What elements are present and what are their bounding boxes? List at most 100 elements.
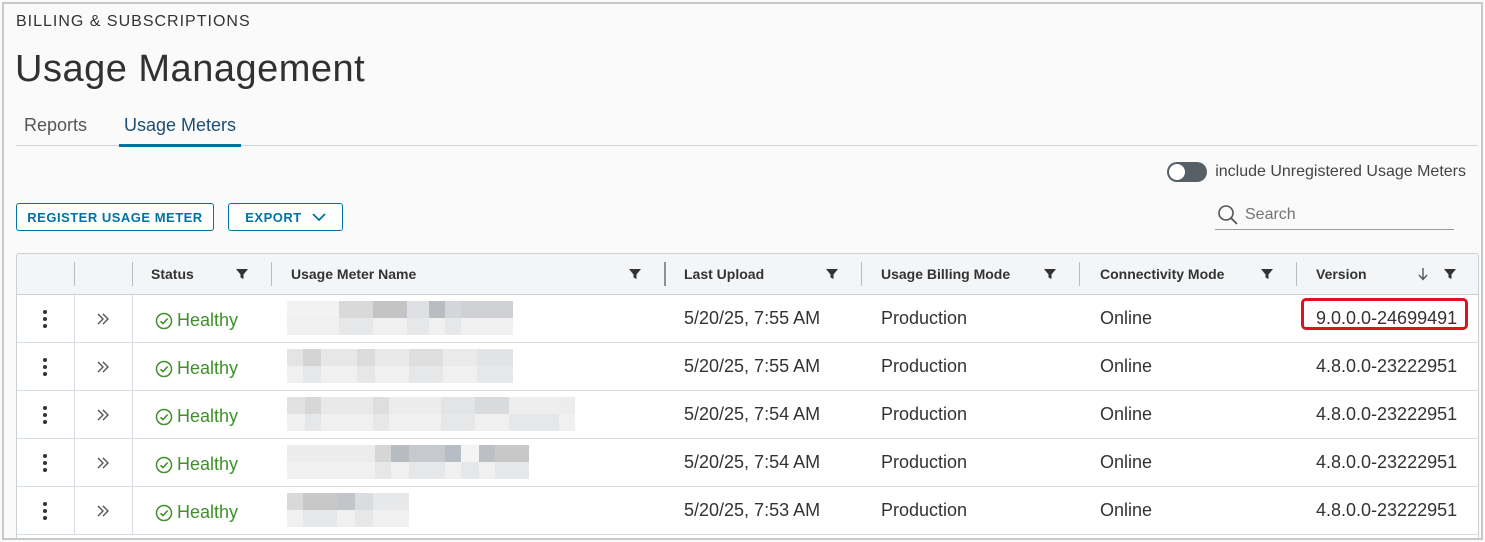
unregistered-toggle-group: include Unregistered Usage Meters (1167, 162, 1466, 182)
column-header-connectivity[interactable]: Connectivity Mode (1100, 254, 1224, 294)
register-button-label: REGISTER USAGE METER (27, 209, 203, 225)
version-cell: 4.8.0.0-23222951 (1316, 452, 1458, 472)
toggle-knob (1169, 164, 1186, 180)
double-chevron-right-icon (97, 505, 109, 516)
more-vertical-icon (43, 405, 47, 424)
redacted-meter-name (287, 445, 529, 479)
check-circle-icon (155, 312, 173, 329)
redacted-meter-name (287, 301, 513, 335)
last-upload-cell: 5/20/25, 7:54 AM (684, 452, 821, 472)
last-upload-cell: 5/20/25, 7:54 AM (684, 404, 821, 424)
row-divider (74, 391, 75, 438)
double-chevron-right-icon (97, 457, 109, 468)
row-divider (74, 487, 75, 534)
row-divider (74, 439, 75, 486)
more-vertical-icon (43, 501, 47, 520)
tab-reports[interactable]: Reports (19, 115, 92, 146)
row-divider (132, 439, 133, 486)
app-frame: BILLING & SUBSCRIPTIONS Usage Management… (2, 2, 1483, 540)
billing-mode-cell: Production (881, 500, 968, 520)
billing-mode-cell: Production (881, 308, 968, 328)
row-divider (74, 343, 75, 390)
header-divider[interactable] (271, 262, 272, 286)
filter-icon[interactable] (628, 267, 642, 281)
row-expand-button[interactable] (95, 343, 111, 390)
column-header-version[interactable]: Version (1316, 254, 1367, 294)
page-eyebrow: BILLING & SUBSCRIPTIONS (16, 13, 251, 30)
last-upload-cell: 5/20/25, 7:53 AM (684, 500, 821, 520)
check-circle-icon (155, 456, 173, 473)
row-actions-button[interactable] (37, 391, 53, 438)
toggle-label: include Unregistered Usage Meters (1215, 163, 1466, 180)
column-header-billing-mode[interactable]: Usage Billing Mode (881, 254, 1010, 294)
row-expand-button[interactable] (95, 439, 111, 486)
export-button[interactable]: EXPORT (228, 203, 343, 231)
register-usage-meter-button[interactable]: REGISTER USAGE METER (16, 203, 214, 231)
column-header-status[interactable]: Status (151, 254, 194, 294)
more-vertical-icon (43, 309, 47, 328)
status-text: Healthy (177, 502, 239, 522)
more-vertical-icon (43, 357, 47, 376)
status-badge: Healthy (155, 393, 238, 440)
version-cell: 4.8.0.0-23222951 (1316, 500, 1458, 520)
row-actions-button[interactable] (37, 295, 53, 342)
status-badge: Healthy (155, 441, 238, 488)
table-row[interactable]: Healthy 5/20/25, 7:53 AM Production Onli… (17, 487, 1478, 535)
check-circle-icon (155, 408, 173, 425)
row-divider (132, 487, 133, 534)
row-divider (74, 295, 75, 342)
row-divider (132, 343, 133, 390)
filter-icon[interactable] (825, 267, 839, 281)
filter-icon[interactable] (1443, 267, 1457, 281)
export-button-label: EXPORT (245, 209, 302, 225)
double-chevron-right-icon (97, 409, 109, 420)
check-circle-icon (155, 504, 173, 521)
status-badge: Healthy (155, 489, 238, 536)
double-chevron-right-icon (97, 313, 109, 324)
table-row[interactable]: Healthy 5/20/25, 7:54 AM Production Onli… (17, 391, 1478, 439)
filter-icon[interactable] (1043, 267, 1057, 281)
column-header-last-upload[interactable]: Last Upload (684, 254, 764, 294)
status-badge: Healthy (155, 297, 238, 344)
row-expand-button[interactable] (95, 487, 111, 534)
redacted-meter-name (287, 397, 575, 431)
header-divider (132, 262, 133, 286)
last-upload-cell: 5/20/25, 7:55 AM (684, 308, 821, 328)
table-row[interactable]: Healthy 5/20/25, 7:55 AM Production Onli… (17, 343, 1478, 391)
header-divider[interactable] (1079, 262, 1080, 286)
connectivity-cell: Online (1100, 308, 1153, 328)
sort-descending-icon[interactable] (1417, 267, 1429, 281)
connectivity-cell: Online (1100, 356, 1153, 376)
header-divider[interactable] (1296, 262, 1297, 286)
column-header-name[interactable]: Usage Meter Name (291, 254, 416, 294)
row-actions-button[interactable] (37, 487, 53, 534)
more-vertical-icon (43, 453, 47, 472)
filter-icon[interactable] (235, 267, 249, 281)
version-cell: 4.8.0.0-23222951 (1316, 404, 1458, 424)
tab-bar: Reports Usage Meters (16, 105, 1478, 147)
filter-icon[interactable] (1260, 267, 1274, 281)
billing-mode-cell: Production (881, 404, 968, 424)
search-icon (1218, 205, 1238, 225)
table-row[interactable]: Healthy 5/20/25, 7:54 AM Production Onli… (17, 439, 1478, 487)
status-badge: Healthy (155, 345, 238, 392)
connectivity-cell: Online (1100, 500, 1153, 520)
tab-usage-meters[interactable]: Usage Meters (119, 115, 242, 147)
billing-mode-cell: Production (881, 452, 968, 472)
row-actions-button[interactable] (37, 343, 53, 390)
search-input[interactable]: Search (1215, 201, 1454, 230)
page-title: Usage Management (15, 48, 366, 90)
chevron-down-icon (312, 213, 326, 222)
row-expand-button[interactable] (95, 295, 111, 342)
unregistered-toggle[interactable] (1167, 162, 1208, 182)
row-expand-button[interactable] (95, 391, 111, 438)
header-divider[interactable] (664, 262, 666, 286)
table-row[interactable]: Healthy 5/20/25, 7:55 AM Production Onli… (17, 295, 1478, 343)
header-divider[interactable] (861, 262, 862, 286)
connectivity-cell: Online (1100, 452, 1153, 472)
grid-header: Status Usage Meter Name Last Upload Usag… (17, 254, 1478, 295)
row-actions-button[interactable] (37, 439, 53, 486)
row-divider (132, 295, 133, 342)
billing-mode-cell: Production (881, 356, 968, 376)
status-text: Healthy (177, 358, 239, 378)
